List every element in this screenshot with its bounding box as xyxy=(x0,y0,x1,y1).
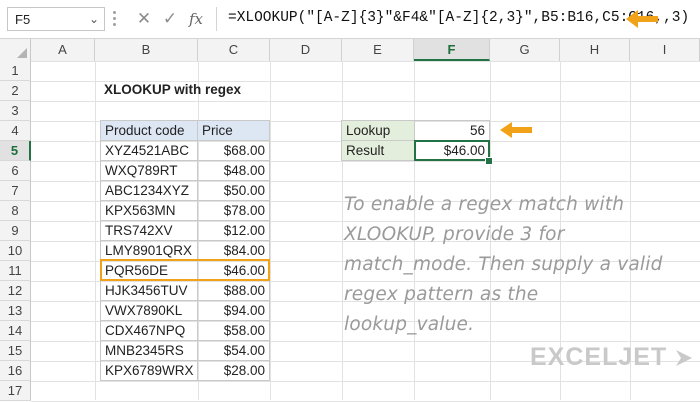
formula-text[interactable]: =XLOOKUP("[A-Z]{3}"&F4&"[A-Z]{2,3}",B5:B… xyxy=(228,10,689,26)
gridline xyxy=(270,61,271,400)
price-cell[interactable]: $28.00 xyxy=(197,360,270,381)
column-header-c[interactable]: C xyxy=(198,39,270,61)
column-header-a[interactable]: A xyxy=(31,39,95,61)
fill-handle[interactable] xyxy=(485,157,493,165)
row-header-10[interactable]: 10 xyxy=(0,241,31,261)
column-header-b[interactable]: B xyxy=(95,39,198,61)
chevron-down-icon[interactable]: ⌄ xyxy=(87,12,101,26)
product-code-cell[interactable]: ABC1234XYZ xyxy=(100,180,198,201)
row-header-3[interactable]: 3 xyxy=(0,101,31,121)
fx-icon[interactable]: fx xyxy=(184,7,208,31)
logo-mark-icon xyxy=(676,350,692,366)
price-cell[interactable]: $46.00 xyxy=(197,260,270,281)
sheet-title[interactable]: XLOOKUP with regex xyxy=(100,80,300,101)
formula-bar-buttons: ✕ ✓ fx xyxy=(128,7,217,31)
price-cell[interactable]: $50.00 xyxy=(197,180,270,201)
product-code-cell[interactable]: XYZ4521ABC xyxy=(100,140,198,161)
column-header-f[interactable]: F xyxy=(414,39,490,61)
product-code-cell[interactable]: PQR56DE xyxy=(100,260,198,281)
price-cell[interactable]: $88.00 xyxy=(197,280,270,301)
product-code-cell[interactable]: TRS742XV xyxy=(100,220,198,241)
column-header-i[interactable]: I xyxy=(630,39,700,61)
row-header-16[interactable]: 16 xyxy=(0,361,31,381)
row-header-2[interactable]: 2 xyxy=(0,81,31,101)
formula-input[interactable]: =XLOOKUP("[A-Z]{3}"&F4&"[A-Z]{2,3}",B5:B… xyxy=(221,7,689,31)
cancel-x-icon[interactable]: ✕ xyxy=(132,7,156,31)
result-label[interactable]: Result xyxy=(341,140,415,161)
product-code-cell[interactable]: KPX563MN xyxy=(100,200,198,221)
formula-bar-grip-icon[interactable] xyxy=(113,9,117,29)
table-header-price[interactable]: Price xyxy=(197,120,270,141)
column-header-h[interactable]: H xyxy=(560,39,630,61)
exceljet-logo: EXCELJET xyxy=(530,343,668,371)
row-header-7[interactable]: 7 xyxy=(0,181,31,201)
gridline xyxy=(31,381,700,382)
price-cell[interactable]: $84.00 xyxy=(197,240,270,261)
product-code-cell[interactable]: KPX6789WRX xyxy=(100,360,198,381)
column-header-d[interactable]: D xyxy=(270,39,342,61)
price-cell[interactable]: $12.00 xyxy=(197,220,270,241)
product-code-cell[interactable]: CDX467NPQ xyxy=(100,320,198,341)
check-icon[interactable]: ✓ xyxy=(158,7,182,31)
product-code-cell[interactable]: MNB2345RS xyxy=(100,340,198,361)
price-cell[interactable]: $68.00 xyxy=(197,140,270,161)
product-code-cell[interactable]: VWX7890KL xyxy=(100,300,198,321)
name-box-value[interactable]: F5 xyxy=(15,12,30,27)
select-all-button[interactable] xyxy=(0,39,31,61)
price-cell[interactable]: $58.00 xyxy=(197,320,270,341)
price-cell[interactable]: $94.00 xyxy=(197,300,270,321)
row-header-14[interactable]: 14 xyxy=(0,321,31,341)
lookup-value-cell[interactable]: 56 xyxy=(414,120,490,141)
table-header-product-code[interactable]: Product code xyxy=(100,120,198,141)
explanation-note: To enable a regex match with XLOOKUP, pr… xyxy=(344,194,663,335)
arrow-left-icon xyxy=(626,10,658,28)
product-code-cell[interactable]: WXQ789RT xyxy=(100,160,198,181)
gridline xyxy=(95,61,96,400)
column-header-bar: ABCDEFGHI xyxy=(0,39,700,62)
row-header-8[interactable]: 8 xyxy=(0,201,31,221)
row-header-13[interactable]: 13 xyxy=(0,301,31,321)
column-header-e[interactable]: E xyxy=(342,39,414,61)
product-code-cell[interactable]: LMY8901QRX xyxy=(100,240,198,261)
lookup-label[interactable]: Lookup xyxy=(341,120,415,141)
row-header-15[interactable]: 15 xyxy=(0,341,31,361)
gridline xyxy=(31,101,700,102)
gridline xyxy=(31,61,700,62)
row-header-6[interactable]: 6 xyxy=(0,161,31,181)
price-cell[interactable]: $78.00 xyxy=(197,200,270,221)
row-header-12[interactable]: 12 xyxy=(0,281,31,301)
price-cell[interactable]: $54.00 xyxy=(197,340,270,361)
column-header-g[interactable]: G xyxy=(490,39,560,61)
formula-bar: F5 ⌄ ✕ ✓ fx =XLOOKUP("[A-Z]{3}"&F4&"[A-Z… xyxy=(0,0,700,39)
gridline xyxy=(342,61,343,400)
active-cell-outline xyxy=(414,140,490,161)
arrow-left-icon xyxy=(500,122,532,138)
row-header-5[interactable]: 5 xyxy=(0,141,31,161)
name-box[interactable]: F5 ⌄ xyxy=(7,7,105,31)
row-header-11[interactable]: 11 xyxy=(0,261,31,281)
row-header-1[interactable]: 1 xyxy=(0,61,31,81)
row-header-17[interactable]: 17 xyxy=(0,381,31,401)
price-cell[interactable]: $48.00 xyxy=(197,160,270,181)
row-header-9[interactable]: 9 xyxy=(0,221,31,241)
row-header-4[interactable]: 4 xyxy=(0,121,31,141)
product-code-cell[interactable]: HJK3456TUV xyxy=(100,280,198,301)
